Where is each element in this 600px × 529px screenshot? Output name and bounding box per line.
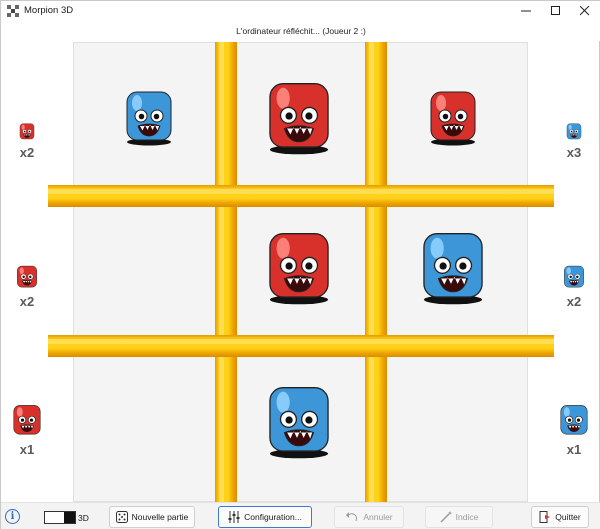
app-window: Morpion 3D L'ordinateur réfléchit... (Jo… — [0, 0, 600, 529]
quit-button[interactable]: Quitter — [531, 506, 589, 528]
board-cell-0-0[interactable] — [74, 43, 224, 193]
hint-label: Indice — [455, 512, 479, 522]
title-bar: Morpion 3D — [1, 1, 600, 21]
blue-monster-icon — [564, 265, 584, 288]
grid-bar-vertical-1 — [215, 42, 237, 502]
reserve-count: x3 — [566, 145, 582, 160]
red-monster-icon — [17, 265, 37, 288]
game-board — [73, 42, 528, 502]
new-game-label: Nouvelle partie — [131, 512, 189, 522]
reserve-count: x2 — [19, 145, 35, 160]
player2-reserve-small[interactable]: x3 — [554, 107, 594, 160]
quit-label: Quitter — [555, 512, 581, 522]
player2-reserve-large[interactable]: x1 — [554, 404, 594, 457]
close-button[interactable] — [570, 1, 600, 21]
board-cell-0-1[interactable] — [224, 43, 374, 193]
reserve-count: x1 — [19, 442, 35, 457]
board-cell-2-2[interactable] — [378, 347, 528, 497]
red-monster-icon — [269, 83, 329, 155]
new-game-button[interactable]: Nouvelle partie — [109, 506, 195, 528]
board-cell-1-1[interactable] — [224, 193, 374, 343]
minimize-button[interactable] — [511, 1, 541, 21]
red-monster-icon — [269, 233, 329, 305]
reserve-count: x2 — [566, 294, 582, 309]
player1-reserve-small[interactable]: x2 — [7, 107, 47, 160]
blue-monster-icon — [269, 387, 329, 459]
player1-reserve-medium[interactable]: x2 — [7, 256, 47, 309]
board-cell-2-0[interactable] — [74, 347, 224, 497]
toggle-knob — [64, 512, 75, 523]
blue-monster-icon — [560, 405, 588, 435]
close-icon — [580, 6, 590, 16]
board-cell-1-2[interactable] — [378, 193, 528, 343]
minimize-icon — [521, 10, 531, 12]
grid-bar-horizontal-1 — [48, 185, 554, 207]
undo-icon — [346, 512, 358, 522]
maximize-button[interactable] — [541, 1, 571, 21]
board-cell-2-1[interactable] — [224, 347, 374, 497]
maximize-icon — [551, 6, 560, 15]
exit-door-icon — [539, 511, 551, 523]
view-mode-toggle[interactable] — [44, 511, 76, 524]
info-icon[interactable]: i — [5, 509, 20, 524]
hint-button[interactable]: Indice — [425, 506, 493, 528]
red-monster-icon — [13, 405, 41, 435]
grid-bar-horizontal-2 — [48, 335, 554, 357]
app-icon — [7, 5, 19, 17]
blue-monster-icon — [423, 233, 483, 305]
blue-monster-icon — [566, 123, 582, 140]
board-cell-0-2[interactable] — [378, 43, 528, 193]
reserve-count: x2 — [19, 294, 35, 309]
red-monster-icon — [430, 91, 476, 146]
configuration-label: Configuration... — [244, 512, 302, 522]
configuration-button[interactable]: Configuration... — [218, 506, 312, 528]
window-title: Morpion 3D — [24, 5, 74, 16]
dice-icon — [115, 511, 128, 523]
bottom-toolbar: i 3D Nouvelle partie Configuration... An… — [1, 502, 600, 529]
magic-wand-icon — [440, 511, 452, 523]
status-text: L'ordinateur réfléchit... (Joueur 2 :) — [1, 21, 600, 41]
grid-bar-vertical-2 — [365, 42, 387, 502]
sliders-icon — [228, 511, 240, 523]
reserve-count: x1 — [566, 442, 582, 457]
player1-reserve-large[interactable]: x1 — [7, 404, 47, 457]
board-cell-1-0[interactable] — [74, 193, 224, 343]
undo-label: Annuler — [363, 512, 393, 522]
view-mode-label: 3D — [78, 513, 89, 523]
undo-button[interactable]: Annuler — [334, 506, 404, 528]
player2-reserve-medium[interactable]: x2 — [554, 256, 594, 309]
blue-monster-icon — [126, 91, 172, 146]
red-monster-icon — [19, 123, 35, 140]
